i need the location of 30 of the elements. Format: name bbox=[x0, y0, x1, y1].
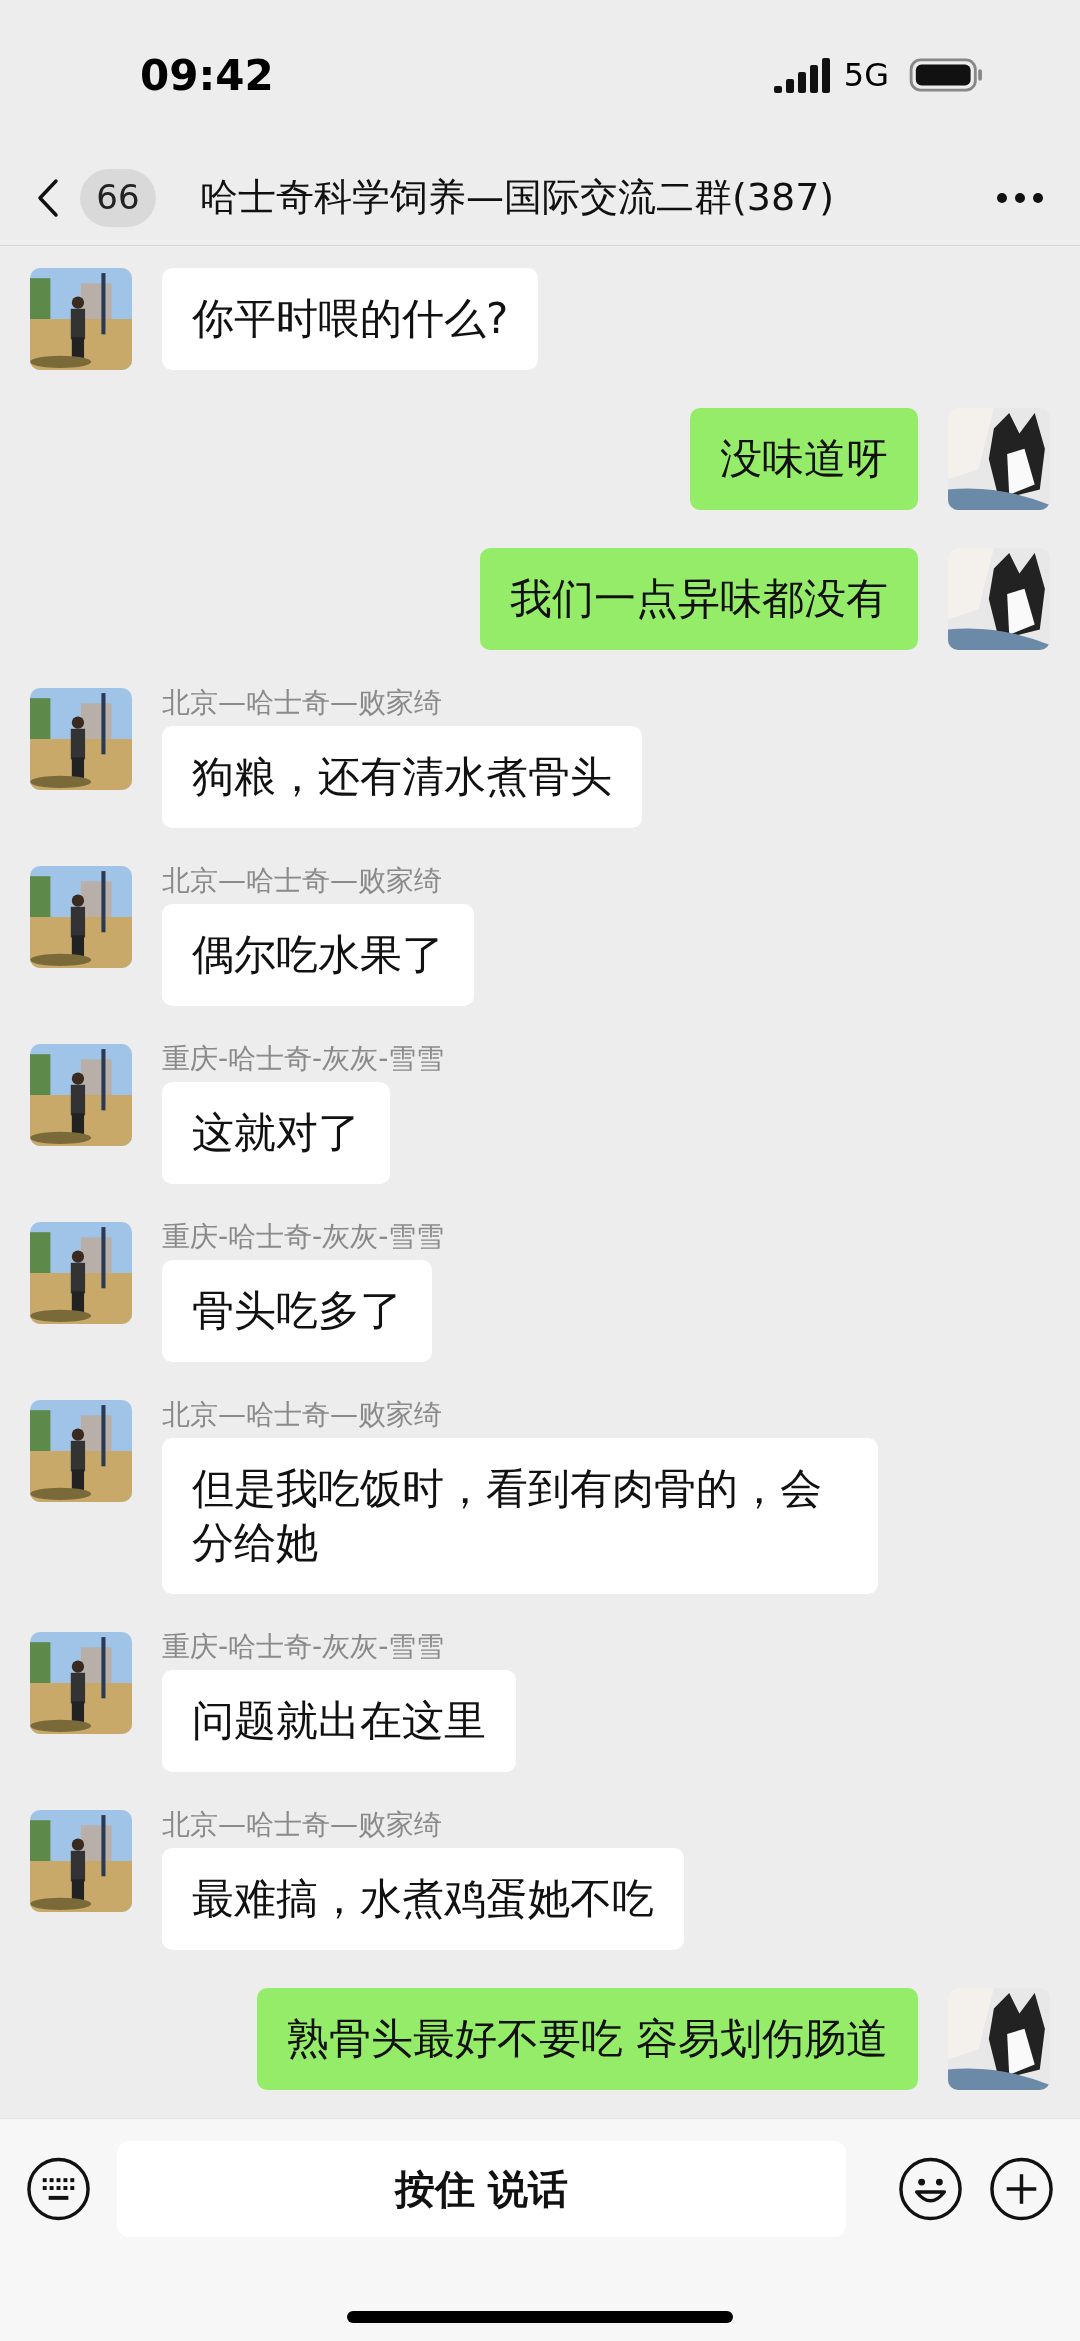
status-time: 09:42 bbox=[140, 49, 274, 102]
message-bubble: 但是我吃饭时，看到有肉骨的，会分给她 bbox=[162, 1438, 878, 1594]
smile-icon[interactable] bbox=[897, 2156, 963, 2222]
message-bubble: 最难搞，水煮鸡蛋她不吃 bbox=[162, 1848, 684, 1950]
sender-name: 重庆-哈士奇-灰灰-雪雪 bbox=[162, 1044, 445, 1074]
message-bubble: 这就对了 bbox=[162, 1082, 390, 1184]
sender-name: 北京—哈士奇—败家绮 bbox=[162, 1400, 442, 1430]
battery-icon bbox=[909, 58, 985, 92]
message-bubble: 偶尔吃水果了 bbox=[162, 904, 474, 1006]
network-label: 5G bbox=[843, 55, 889, 96]
sender-name: 北京—哈士奇—败家绮 bbox=[162, 866, 442, 896]
message-bubble: 没味道呀 bbox=[690, 408, 918, 510]
plus-icon[interactable] bbox=[989, 2156, 1054, 2222]
hold-to-talk-button[interactable]: 按住 说话 bbox=[117, 2141, 846, 2237]
sender-name: 北京—哈士奇—败家绮 bbox=[162, 1810, 442, 1840]
message-bubble: 我们一点异味都没有 bbox=[480, 548, 918, 650]
sender-name: 北京—哈士奇—败家绮 bbox=[162, 688, 442, 718]
sender-name: 重庆-哈士奇-灰灰-雪雪 bbox=[162, 1632, 445, 1662]
message-bubble: 熟骨头最好不要吃 容易划伤肠道 bbox=[256, 1988, 918, 2090]
signal-icon bbox=[773, 57, 830, 93]
more-icon[interactable] bbox=[996, 191, 1044, 204]
unread-badge: 66 bbox=[80, 168, 156, 227]
chat-title: 哈士奇科学饲养—国际交流二群(387) bbox=[200, 174, 835, 221]
sender-name: 重庆-哈士奇-灰灰-雪雪 bbox=[162, 1222, 445, 1252]
message-bubble: 狗粮，还有清水煮骨头 bbox=[162, 726, 642, 828]
message-bubble: 你平时喂的什么? bbox=[162, 268, 539, 370]
message-bubble: 问题就出在这里 bbox=[162, 1670, 516, 1772]
message-bubble: 骨头吃多了 bbox=[162, 1260, 432, 1362]
back-icon[interactable] bbox=[36, 177, 60, 218]
keyboard-icon[interactable] bbox=[26, 2156, 91, 2222]
